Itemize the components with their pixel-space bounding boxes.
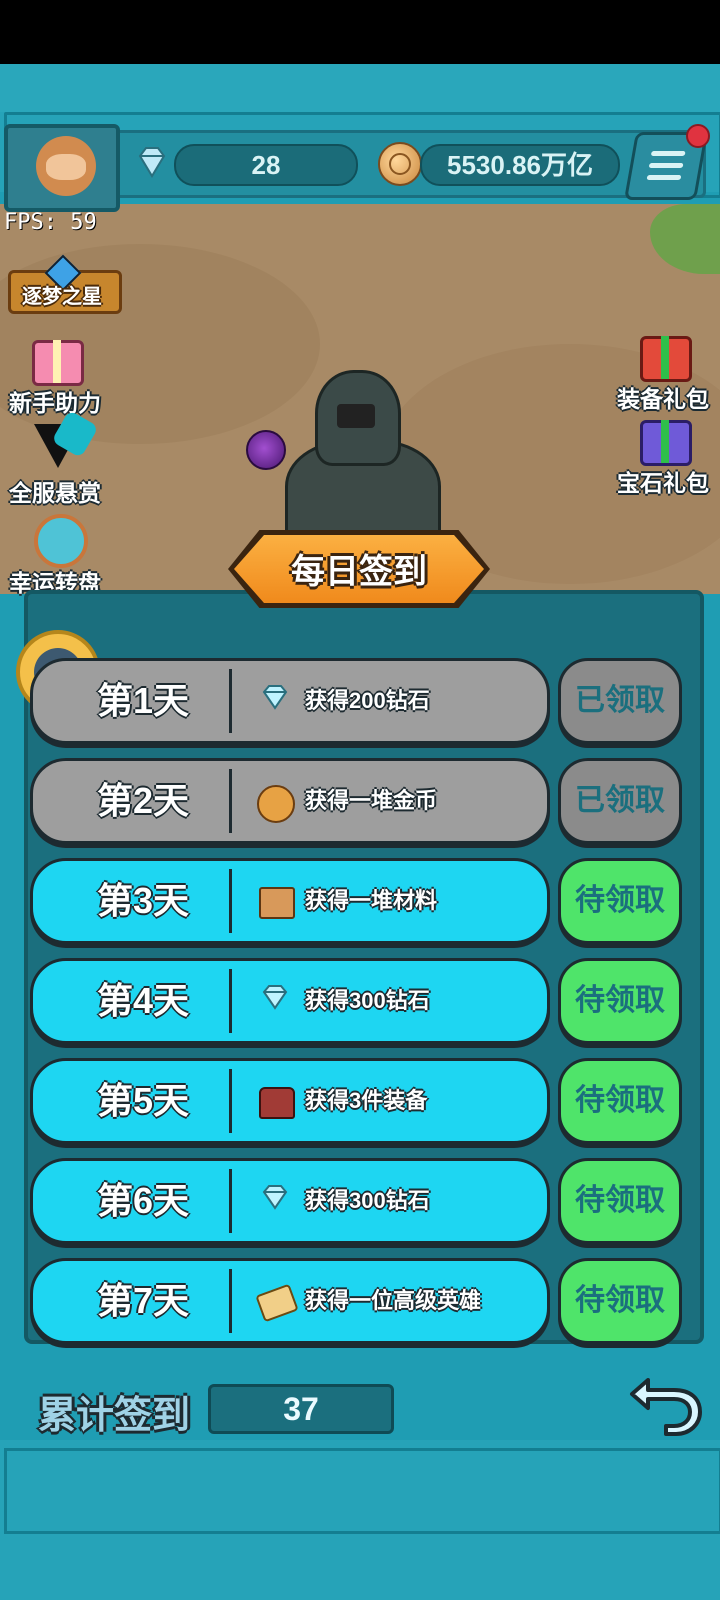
day-row-4: 第4天 获得300钻石 待领取 <box>30 958 682 1044</box>
day-label: 第1天 <box>96 680 190 721</box>
day-label: 第2天 <box>96 780 190 821</box>
diamond-count: 28 <box>251 150 281 180</box>
day-box: 第3天 获得一堆材料 <box>30 858 550 944</box>
day-row-5: 第5天 获得3件装备 待领取 <box>30 1058 682 1144</box>
day-label: 第6天 <box>96 1180 190 1221</box>
claim-button[interactable]: 已领取 <box>558 658 682 744</box>
reward-text: 获得一位高级英雄 <box>305 1288 482 1313</box>
gold-counter: 5530.86万亿 <box>420 144 620 186</box>
equipment-pack-label: 装备礼包 <box>617 386 709 412</box>
gold-coin-icon <box>378 142 422 186</box>
star-badge[interactable]: 逐梦之星 <box>0 254 124 316</box>
day-box: 第5天 获得3件装备 <box>30 1058 550 1144</box>
day-box: 第6天 获得300钻石 <box>30 1158 550 1244</box>
claim-button[interactable]: 待领取 <box>558 1058 682 1144</box>
reward-text: 获得200钻石 <box>305 688 430 713</box>
cumulative-signin-label: 累计签到 <box>38 1395 191 1437</box>
day-label: 第5天 <box>96 1080 190 1121</box>
diamond-icon <box>255 981 295 1021</box>
footer-frame <box>0 1440 720 1600</box>
reward-text: 获得一堆金币 <box>305 788 438 813</box>
box-icon <box>255 881 295 921</box>
reward-text: 获得300钻石 <box>305 1188 430 1213</box>
day-box: 第2天 获得一堆金币 <box>30 758 550 844</box>
day-label: 第4天 <box>96 980 190 1021</box>
gold-count: 5530.86万亿 <box>447 150 593 180</box>
claim-button[interactable]: 待领取 <box>558 1258 682 1344</box>
claim-button[interactable]: 待领取 <box>558 858 682 944</box>
magic-orb <box>246 430 286 470</box>
diamond-icon <box>255 681 295 721</box>
reward-text: 获得一堆材料 <box>305 888 438 913</box>
page-title: 每日签到 <box>291 553 427 591</box>
diamond-icon <box>138 147 166 178</box>
day-label: 第7天 <box>96 1280 190 1321</box>
diamond-icon <box>255 1181 295 1221</box>
back-arrow-icon[interactable] <box>626 1366 706 1436</box>
day-row-7: 第7天 获得一位高级英雄 待领取 <box>30 1258 682 1344</box>
day-label: 第3天 <box>96 880 190 921</box>
day-row-6: 第6天 获得300钻石 待领取 <box>30 1158 682 1244</box>
diamond-counter: 28 <box>174 144 358 186</box>
equipment-pack-button[interactable]: 装备礼包 <box>608 326 718 414</box>
wheel-icon <box>24 510 88 568</box>
reward-text: 获得3件装备 <box>305 1088 428 1113</box>
chest-icon <box>255 1081 295 1121</box>
top-frame <box>0 64 720 115</box>
server-bounty-button[interactable]: 全服悬赏 <box>0 409 110 508</box>
day-row-2: 第2天 获得一堆金币 已领取 <box>30 758 682 844</box>
coins-icon <box>255 781 295 823</box>
claim-button[interactable]: 待领取 <box>558 958 682 1044</box>
day-box: 第1天 获得200钻石 <box>30 658 550 744</box>
hero-character <box>285 370 441 556</box>
claim-button[interactable]: 已领取 <box>558 758 682 844</box>
gem-pack-label: 宝石礼包 <box>617 470 709 496</box>
notification-dot <box>686 124 710 148</box>
player-avatar[interactable] <box>4 124 120 212</box>
gift-icon <box>632 410 694 466</box>
day-row-1: 第1天 获得200钻石 已领取 <box>30 658 682 744</box>
gift-icon <box>24 330 86 386</box>
claim-button[interactable]: 待领取 <box>558 1158 682 1244</box>
gem-pack-button[interactable]: 宝石礼包 <box>608 410 718 498</box>
gift-icon <box>632 326 694 382</box>
fps-counter: FPS: 59 <box>4 210 97 235</box>
cumulative-signin-box: 37 <box>208 1384 394 1434</box>
day-box: 第4天 获得300钻石 <box>30 958 550 1044</box>
lucky-wheel-button[interactable]: 幸运转盘 <box>0 510 110 598</box>
top-hud: 28 5530.86万亿 <box>0 124 720 212</box>
scroll-icon <box>255 1281 299 1323</box>
bounty-icon <box>24 409 99 474</box>
cumulative-signin-count: 37 <box>283 1391 319 1427</box>
star-badge-label: 逐梦之星 <box>22 286 102 308</box>
server-bounty-label: 全服悬赏 <box>9 480 101 506</box>
title-banner: 每日签到 <box>228 530 490 608</box>
reward-text: 获得300钻石 <box>305 988 430 1013</box>
newbie-help-button[interactable]: 新手助力 <box>0 330 110 418</box>
newbie-help-label: 新手助力 <box>9 390 101 416</box>
day-row-3: 第3天 获得一堆材料 待领取 <box>30 858 682 944</box>
day-box: 第7天 获得一位高级英雄 <box>30 1258 550 1344</box>
